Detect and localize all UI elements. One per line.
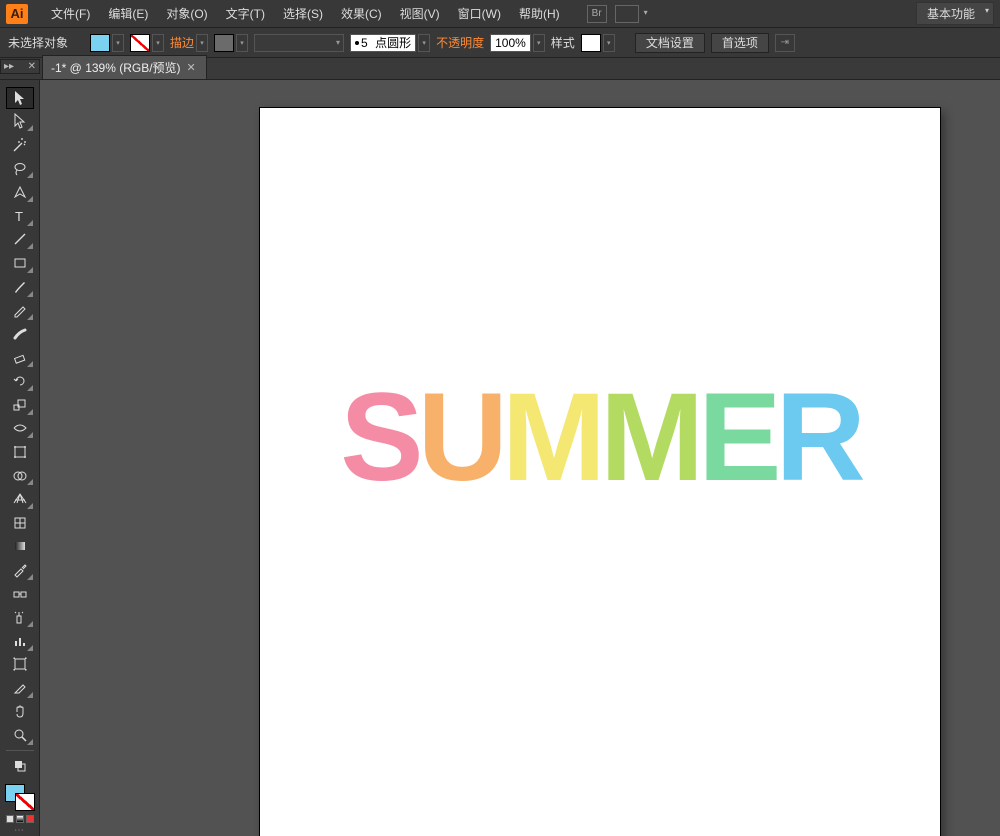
pencil-tool[interactable]: [6, 300, 34, 322]
brush-definition[interactable]: 5 点圆形: [350, 34, 416, 52]
paintbrush-tool[interactable]: [6, 276, 34, 298]
canvas-area[interactable]: SUMMER: [40, 80, 1000, 836]
letter-m1: M: [502, 366, 600, 509]
screen-mode-dots[interactable]: ⋯: [14, 825, 25, 836]
isolate-icon[interactable]: ⇥: [775, 34, 795, 52]
selection-tool[interactable]: [6, 87, 34, 109]
eyedropper-tool[interactable]: [6, 559, 34, 581]
opacity-field[interactable]: 100%: [490, 34, 531, 52]
blend-tool[interactable]: [6, 583, 34, 605]
mesh-tool[interactable]: [6, 512, 34, 534]
toolbox-divider: [6, 750, 34, 751]
toggle-fill-stroke-icon[interactable]: [6, 755, 34, 777]
eraser-tool[interactable]: [6, 347, 34, 369]
column-graph-tool[interactable]: [6, 630, 34, 652]
menu-file[interactable]: 文件(F): [42, 1, 99, 26]
expand-icon: ▸▸: [4, 61, 14, 72]
color-mode-swatches[interactable]: [6, 815, 34, 823]
stroke-label[interactable]: 描边: [170, 34, 194, 51]
arrange-documents-button[interactable]: [615, 5, 639, 23]
letter-m2: M: [600, 366, 698, 509]
graphic-style-swatch[interactable]: [581, 34, 601, 52]
symbol-sprayer-tool[interactable]: [6, 606, 34, 628]
menu-window[interactable]: 窗口(W): [449, 1, 510, 26]
document-setup-button[interactable]: 文档设置: [635, 33, 705, 53]
letter-e: E: [698, 366, 775, 509]
stroke-weight-dd[interactable]: ▾: [236, 34, 248, 52]
artboard[interactable]: SUMMER: [260, 108, 940, 836]
workspace-switcher[interactable]: 基本功能: [916, 2, 994, 25]
line-segment-tool[interactable]: [6, 229, 34, 251]
lasso-tool[interactable]: [6, 158, 34, 180]
menu-type[interactable]: 文字(T): [217, 1, 274, 26]
control-bar: 未选择对象 ▾ ▾ 描边 ▾ ▾ 5 点圆形 ▾ 不透明度 100% ▾ 样式 …: [0, 28, 1000, 58]
shape-builder-tool[interactable]: [6, 465, 34, 487]
magic-wand-tool[interactable]: [6, 134, 34, 156]
menu-effect[interactable]: 效果(C): [332, 1, 391, 26]
scale-tool[interactable]: [6, 394, 34, 416]
menu-edit[interactable]: 编辑(E): [99, 1, 157, 26]
fill-swatch[interactable]: [90, 34, 110, 52]
bridge-button[interactable]: Br: [587, 5, 607, 23]
variable-width-profile[interactable]: [254, 34, 344, 52]
hand-tool[interactable]: [6, 701, 34, 723]
document-tab-title: -1* @ 139% (RGB/预览): [51, 59, 181, 76]
style-label: 样式: [551, 34, 575, 51]
menu-bar: Ai 文件(F) 编辑(E) 对象(O) 文字(T) 选择(S) 效果(C) 视…: [0, 0, 1000, 28]
perspective-grid-tool[interactable]: [6, 488, 34, 510]
gradient-tool[interactable]: [6, 536, 34, 558]
graphic-style-dd[interactable]: ▾: [603, 34, 615, 52]
fill-dropdown[interactable]: ▾: [112, 34, 124, 52]
width-tool[interactable]: [6, 418, 34, 440]
menu-object[interactable]: 对象(O): [157, 1, 216, 26]
slice-tool[interactable]: [6, 677, 34, 699]
free-transform-tool[interactable]: [6, 441, 34, 463]
rotate-tool[interactable]: [6, 370, 34, 392]
menu-view[interactable]: 视图(V): [391, 1, 449, 26]
preferences-button[interactable]: 首选项: [711, 33, 769, 53]
opacity-dd[interactable]: ▾: [533, 34, 545, 52]
selection-state-label: 未选择对象: [8, 34, 68, 51]
panel-collapse-handle[interactable]: ▸▸ ✕: [0, 59, 40, 74]
fill-stroke-indicator[interactable]: [5, 784, 35, 812]
artboard-tool[interactable]: [6, 654, 34, 676]
zoom-tool[interactable]: [6, 724, 34, 746]
menu-help[interactable]: 帮助(H): [510, 1, 569, 26]
rectangle-tool[interactable]: [6, 252, 34, 274]
document-tab[interactable]: -1* @ 139% (RGB/预览) ✕: [42, 55, 207, 79]
svg-text:T: T: [15, 209, 23, 224]
direct-selection-tool[interactable]: [6, 111, 34, 133]
toolbox: T: [0, 80, 40, 836]
close-icon[interactable]: ✕: [28, 61, 36, 72]
stroke-weight-down[interactable]: ▾: [196, 34, 208, 52]
stroke-swatch[interactable]: [130, 34, 150, 52]
brush-definition-dd[interactable]: ▾: [418, 34, 430, 52]
letter-s: S: [340, 366, 417, 509]
type-tool[interactable]: T: [6, 205, 34, 227]
stroke-swatch-dropdown[interactable]: ▾: [152, 34, 164, 52]
blob-brush-tool[interactable]: [6, 323, 34, 345]
letter-u: U: [418, 366, 502, 509]
background-color[interactable]: [15, 793, 35, 811]
menu-select[interactable]: 选择(S): [274, 1, 332, 26]
document-tab-close-icon[interactable]: ✕: [187, 61, 196, 74]
artwork-text[interactable]: SUMMER: [340, 366, 860, 509]
letter-r: R: [776, 366, 860, 509]
pen-tool[interactable]: [6, 181, 34, 203]
opacity-label[interactable]: 不透明度: [436, 34, 484, 51]
document-tab-strip: -1* @ 139% (RGB/预览) ✕: [0, 58, 1000, 80]
stroke-weight-box[interactable]: [214, 34, 234, 52]
app-logo: Ai: [6, 4, 28, 24]
